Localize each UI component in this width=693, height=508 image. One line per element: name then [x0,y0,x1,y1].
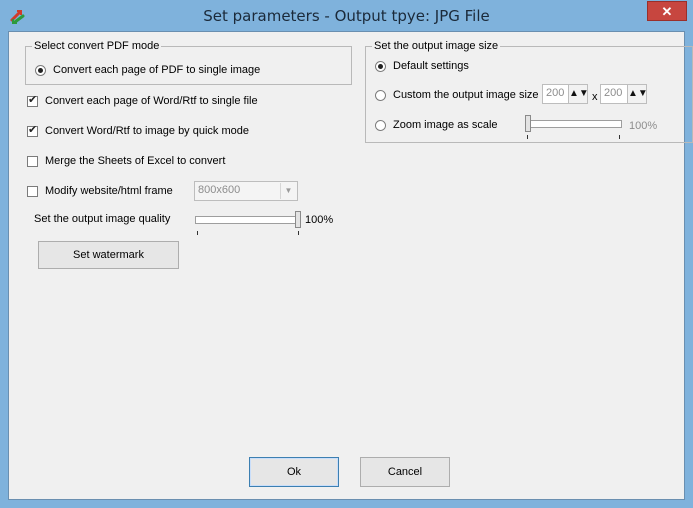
pdf-mode-group: Select convert PDF mode Convert each pag… [25,39,352,85]
custom-size-radio[interactable] [375,89,386,101]
zoom-scale-option[interactable]: Zoom image as scale [375,118,498,132]
spin-up-down-icon[interactable]: ▲▼ [627,85,648,103]
modify-html-frame-option[interactable]: Modify website/html frame [27,184,173,198]
word-single-file-label: Convert each page of Word/Rtf to single … [45,95,258,107]
word-quick-mode-label: Convert Word/Rtf to image by quick mode [45,125,249,137]
dialog-client-area: Select convert PDF mode Convert each pag… [8,31,693,500]
spin-up-down-icon[interactable]: ▲▼ [568,85,589,103]
pdf-single-image-radio[interactable] [35,64,46,76]
html-frame-size-value: 800x600 [198,184,241,196]
word-single-file-option[interactable]: Convert each page of Word/Rtf to single … [27,94,258,108]
zoom-scale-radio[interactable] [375,119,386,131]
quality-slider-thumb[interactable] [295,211,301,228]
quality-tick-max [298,231,299,235]
chevron-down-icon[interactable]: ▼ [280,183,296,199]
custom-size-label: Custom the output image size [393,89,539,101]
html-frame-size-select[interactable]: 800x600 ▼ [194,181,298,201]
pdf-single-image-label: Convert each page of PDF to single image [53,64,261,76]
word-quick-mode-checkbox[interactable] [27,124,38,137]
zoom-slider[interactable] [525,115,622,145]
default-size-radio[interactable] [375,60,386,72]
modify-html-frame-checkbox[interactable] [27,185,38,197]
default-size-label: Default settings [393,60,469,72]
quality-value: 100% [305,214,334,226]
close-icon: ✕ [661,4,673,19]
pdf-single-image-option[interactable]: Convert each page of PDF to single image [35,63,260,77]
default-size-option[interactable]: Default settings [375,59,469,73]
ok-button[interactable]: Ok [249,457,339,487]
title-bar[interactable]: Set parameters - Output tpye: JPG File ✕ [0,0,693,31]
output-size-group-title: Set the output image size [372,39,501,53]
custom-width-spinner[interactable]: 200 ▲▼ [542,84,589,104]
custom-height-value: 200 [604,87,623,99]
cancel-button[interactable]: Cancel [360,457,450,487]
quality-slider[interactable] [195,211,301,241]
zoom-value: 100% [629,120,658,132]
zoom-tick-max [619,135,620,139]
custom-width-value: 200 [546,87,565,99]
quality-tick-min [197,231,198,235]
custom-size-option[interactable]: Custom the output image size [375,88,539,102]
set-watermark-button[interactable]: Set watermark [38,241,179,269]
quality-label: Set the output image quality [34,213,171,225]
close-button[interactable]: ✕ [647,1,687,21]
zoom-slider-track[interactable] [525,120,622,128]
zoom-scale-label: Zoom image as scale [393,119,498,131]
zoom-tick-min [527,135,528,139]
pdf-mode-group-title: Select convert PDF mode [32,39,162,53]
custom-height-spinner[interactable]: 200 ▲▼ [600,84,648,104]
word-single-file-checkbox[interactable] [27,94,38,107]
merge-excel-checkbox[interactable] [27,155,38,167]
output-size-group: Set the output image size Default settin… [365,39,693,145]
word-quick-mode-option[interactable]: Convert Word/Rtf to image by quick mode [27,124,249,138]
merge-excel-option[interactable]: Merge the Sheets of Excel to convert [27,154,225,168]
dialog-window: Set parameters - Output tpye: JPG File ✕… [0,0,693,508]
size-separator: x [592,91,598,103]
window-title: Set parameters - Output tpye: JPG File [203,7,490,25]
quality-slider-track[interactable] [195,216,301,224]
zoom-slider-thumb[interactable] [525,115,531,132]
merge-excel-label: Merge the Sheets of Excel to convert [45,155,226,167]
modify-html-frame-label: Modify website/html frame [45,185,173,197]
